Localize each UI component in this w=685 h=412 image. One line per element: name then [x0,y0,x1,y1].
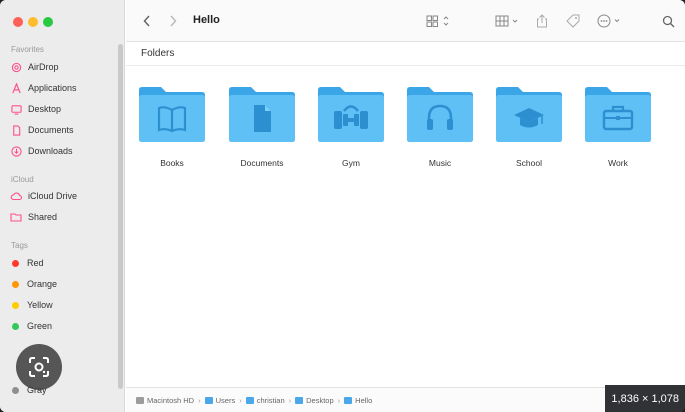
downloads-icon [10,145,22,157]
sidebar-item-airdrop[interactable]: AirDrop [10,58,59,76]
folder-small-icon [344,396,353,404]
folder-school[interactable]: School [494,84,564,174]
tag-icon [566,14,580,28]
search-button[interactable] [660,12,676,30]
lens-icon [29,357,49,377]
path-separator-icon: › [198,395,201,405]
sidebar-item-label: Green [27,321,53,331]
hard-drive-icon [136,396,144,404]
tags-section-label: Tags [11,241,28,250]
sidebar-tag-red[interactable]: Red [10,254,44,272]
sidebar-item-label: Applications [28,83,77,93]
view-mode-button[interactable] [424,12,454,30]
share-button[interactable] [534,12,550,30]
group-button[interactable] [494,12,522,30]
image-dimensions-badge: 1,836 × 1,078 [605,385,685,412]
path-separator-icon: › [337,395,341,405]
sidebar-item-shared[interactable]: Shared [10,208,57,226]
folder-books[interactable]: Books [137,84,207,174]
path-separator-icon: › [288,395,292,405]
sidebar-item-label: iCloud Drive [28,191,78,201]
folder-icon [139,87,205,142]
sidebar-item-downloads[interactable]: Downloads [10,142,73,160]
folder-label: School [516,158,542,168]
tag-dot-icon [12,322,19,330]
sidebar-item-desktop[interactable]: Desktop [10,100,61,118]
sidebar-item-label: Red [27,258,44,268]
path-bar: Macintosh HD › Users › christian › Deskt… [126,387,685,412]
applications-icon [10,82,22,94]
sidebar-tag-orange[interactable]: Orange [10,275,57,293]
group-by-icon [495,15,518,27]
sidebar-item-label: Downloads [28,146,73,156]
sidebar-tag-green[interactable]: Green [10,317,52,335]
folder-small-icon [295,396,304,404]
tag-dot-icon [12,301,19,309]
tags-button[interactable] [564,12,582,30]
path-separator-icon: › [239,395,242,405]
close-window-button[interactable] [13,17,23,27]
folder-small-icon [204,396,213,404]
icloud-icon [10,190,22,202]
desktop-icon [10,103,22,115]
back-button[interactable] [140,12,154,30]
folder-work[interactable]: Work [583,84,653,174]
folder-icon [496,87,562,142]
more-actions-icon [597,14,620,28]
sidebar-item-label: Yellow [27,300,53,310]
path-segment-users[interactable]: Users [204,396,235,405]
favorites-section-label: Favorites [11,45,44,54]
sidebar-item-label: Shared [28,212,58,222]
folder-icon [407,87,473,142]
chevron-left-icon [143,15,150,27]
minimize-window-button[interactable] [28,17,38,27]
window-title: Hello [193,14,220,26]
section-header: Folders [126,42,685,66]
folder-small-icon [245,396,254,404]
path-segment-desktop[interactable]: Desktop [295,396,334,405]
search-icon [662,15,674,27]
tag-dot-icon [12,259,19,267]
shared-folder-icon [10,211,22,223]
icloud-section-label: iCloud [11,175,34,184]
folder-label: Music [428,158,452,168]
documents-icon [10,124,22,136]
sidebar-item-icloud-drive[interactable]: iCloud Drive [10,187,77,205]
folders-section-title: Folders [141,48,175,59]
folder-label: Books [160,158,184,168]
sidebar: Favorites AirDrop Applications Desktop D… [0,0,125,412]
forward-button[interactable] [166,12,180,30]
sidebar-item-applications[interactable]: Applications [10,79,77,97]
folder-label: Work [608,158,628,168]
action-menu-button[interactable] [596,12,626,30]
sidebar-item-label: Documents [28,125,74,135]
folder-label: Documents [240,158,284,168]
path-segment-user[interactable]: christian [245,396,285,405]
folder-label: Gym [342,158,360,168]
finder-window: Favorites AirDrop Applications Desktop D… [0,0,685,412]
grid-view-icon [426,15,449,27]
sidebar-tag-yellow[interactable]: Yellow [10,296,53,314]
sidebar-item-documents[interactable]: Documents [10,121,74,139]
airdrop-icon [10,61,22,73]
sidebar-item-label: AirDrop [28,62,59,72]
sidebar-item-label: Orange [27,279,58,289]
tag-dot-icon [12,280,19,288]
zoom-window-button[interactable] [43,17,53,27]
folder-documents[interactable]: Documents [227,84,297,174]
path-segment-macintosh-hd[interactable]: Macintosh HD [136,396,194,405]
sidebar-scrollbar[interactable] [118,44,123,389]
folder-gym[interactable]: Gym [316,84,386,174]
folder-icon [585,87,651,142]
folder-icon [318,87,384,142]
toolbar: Hello [126,0,685,42]
folder-music[interactable]: Music [405,84,475,174]
visual-search-button[interactable] [16,344,62,390]
folder-icon [229,87,295,142]
share-icon [537,14,547,28]
sidebar-item-label: Desktop [28,104,62,114]
path-segment-hello[interactable]: Hello [344,396,372,405]
tag-dot-icon [12,386,19,394]
chevron-right-icon [170,15,177,27]
